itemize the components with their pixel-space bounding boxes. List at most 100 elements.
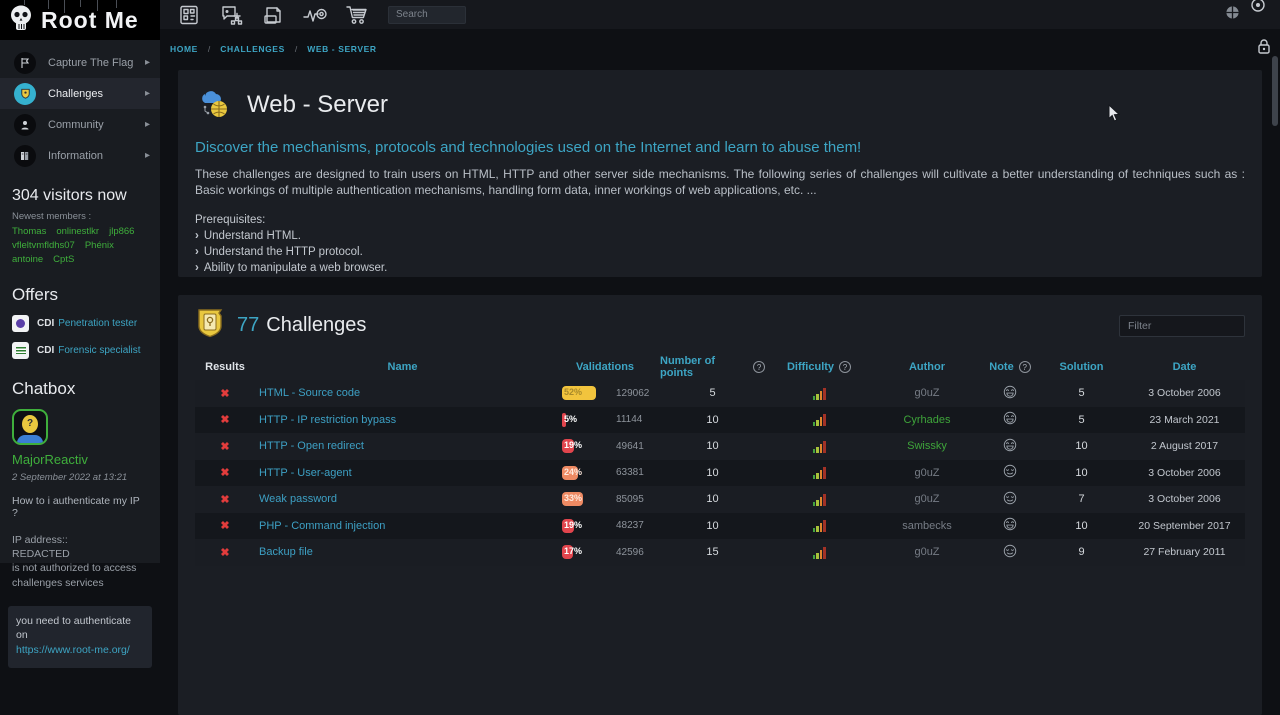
pulse-target-icon[interactable] [302, 3, 328, 27]
validations-cell: 24%63381 [550, 466, 660, 480]
author-link[interactable]: g0uZ [914, 546, 939, 558]
sidebar-item-label: Information [48, 150, 145, 162]
sidebar-item-capture-the-flag[interactable]: Capture The Flag ▸ [0, 47, 160, 78]
note-cell [981, 411, 1039, 428]
challenge-link[interactable]: Backup file [259, 546, 313, 558]
column-header-difficulty[interactable]: Difficulty? [765, 361, 873, 373]
note-cell [981, 491, 1039, 508]
member-link[interactable]: Thomas [12, 226, 46, 237]
breadcrumb-challenges[interactable]: CHALLENGES [220, 44, 285, 54]
column-header-date[interactable]: Date [1124, 361, 1245, 373]
challenge-link[interactable]: HTTP - User-agent [259, 467, 352, 479]
member-link[interactable]: vfleltvmfldhs07 [12, 240, 75, 251]
newest-members-list: Thomas onlinestlkr jlp866 vfleltvmfldhs0… [12, 226, 150, 265]
author-link[interactable]: Cyrhades [903, 414, 950, 426]
chevron-right-icon: ▸ [145, 150, 150, 161]
prerequisite-item: ›Understand HTML. [195, 230, 1245, 242]
solution-cell: 10 [1039, 467, 1124, 479]
cloud-globe-icon [195, 82, 235, 127]
validation-percent-badge: 19% [562, 439, 602, 453]
table-row: ✖HTTP - Open redirect19%4964110Swissky10… [195, 433, 1245, 460]
chat-reply-link[interactable]: https://www.root-me.org/ [16, 644, 130, 656]
qr-badge-icon[interactable] [176, 3, 202, 27]
validation-count: 129062 [616, 388, 649, 399]
member-link[interactable]: Phénix [85, 240, 114, 251]
challenge-link[interactable]: HTML - Source code [259, 387, 360, 399]
challenge-link[interactable]: HTTP - Open redirect [259, 440, 364, 452]
offer-link[interactable]: Forensic specialist [58, 345, 140, 356]
offer-link[interactable]: Penetration tester [58, 318, 137, 329]
author-link[interactable]: Swissky [907, 440, 947, 452]
solution-cell: 5 [1039, 414, 1124, 426]
member-link[interactable]: jlp866 [109, 226, 134, 237]
column-header-solution[interactable]: Solution [1039, 361, 1124, 373]
chat-network-icon[interactable] [218, 3, 244, 27]
column-header-points[interactable]: Number of points? [660, 355, 765, 379]
not-validated-icon: ✖ [220, 493, 229, 506]
search-input[interactable] [388, 6, 466, 24]
notebook-icon[interactable] [260, 3, 286, 27]
challenge-link[interactable]: Weak password [259, 493, 337, 505]
category-header-card: Web - Server Discover the mechanisms, pr… [178, 70, 1262, 277]
challenge-count-label: Challenges [266, 314, 366, 337]
member-link[interactable]: CptS [53, 254, 74, 265]
help-icon[interactable]: ? [753, 361, 765, 373]
author-cell: g0uZ [873, 387, 981, 399]
brand-name: Root Me [41, 7, 139, 34]
note-cell [981, 385, 1039, 402]
sidebar-item-information[interactable]: Information ▸ [0, 140, 160, 171]
author-cell: g0uZ [873, 467, 981, 479]
validations-cell: 52%129062 [550, 386, 660, 400]
difficulty-cell [765, 387, 873, 400]
avatar[interactable]: ? [12, 409, 48, 445]
shopping-cart-icon[interactable] [344, 3, 370, 27]
name-cell: Weak password [255, 493, 550, 505]
challenge-link[interactable]: HTTP - IP restriction bypass [259, 414, 396, 426]
difficulty-cell [765, 413, 873, 426]
breadcrumb-home[interactable]: HOME [170, 44, 198, 54]
column-header-validations[interactable]: Validations [550, 361, 660, 373]
offer-item[interactable]: CDI Forensic specialist [12, 342, 148, 359]
offer-item[interactable]: CDI Penetration tester [12, 315, 148, 332]
column-header-name[interactable]: Name [255, 361, 550, 373]
validation-percent-badge: 17% [562, 545, 602, 559]
author-link[interactable]: g0uZ [914, 493, 939, 505]
page-scrollbar[interactable] [1272, 56, 1278, 126]
breadcrumb-current[interactable]: WEB - SERVER [307, 44, 376, 54]
author-link[interactable]: g0uZ [914, 467, 939, 479]
lock-icon[interactable] [1256, 38, 1272, 60]
logo[interactable]: Root Me [0, 0, 160, 40]
help-icon[interactable]: ? [839, 361, 851, 373]
member-link[interactable]: antoine [12, 254, 43, 265]
sidebar-item-community[interactable]: Community ▸ [0, 109, 160, 140]
author-link[interactable]: g0uZ [914, 387, 939, 399]
skull-icon [8, 3, 34, 38]
result-cell: ✖ [195, 546, 255, 559]
result-cell: ✖ [195, 493, 255, 506]
column-header-results[interactable]: Results [195, 361, 255, 373]
filter-input[interactable] [1119, 315, 1245, 337]
circle-dot-icon[interactable] [1250, 0, 1266, 18]
column-header-author[interactable]: Author [873, 361, 981, 373]
member-link[interactable]: onlinestlkr [56, 226, 99, 237]
chevron-right-icon: ▸ [145, 88, 150, 99]
chevron-right-icon: ▸ [145, 119, 150, 130]
author-link[interactable]: sambecks [902, 520, 952, 532]
offer-type: CDI [37, 345, 54, 356]
globe-icon[interactable] [1225, 5, 1240, 25]
difficulty-icon [813, 519, 826, 532]
help-icon[interactable]: ? [1019, 361, 1031, 373]
column-header-note[interactable]: Note? [981, 361, 1039, 373]
sidebar-item-challenges[interactable]: Challenges ▸ [0, 78, 160, 109]
challenge-link[interactable]: PHP - Command injection [259, 520, 385, 532]
chat-username[interactable]: MajorReactiv [12, 452, 88, 467]
difficulty-cell [765, 519, 873, 532]
difficulty-icon [813, 387, 826, 400]
points-cell: 15 [660, 546, 765, 558]
validation-percent-badge: 33% [562, 492, 602, 506]
note-emoticon-grin [1003, 438, 1017, 455]
table-row: ✖HTTP - IP restriction bypass5%1114410Cy… [195, 407, 1245, 434]
validation-count: 48237 [616, 520, 644, 531]
chat-message: How to i authenticate my IP ? [12, 495, 148, 519]
points-cell: 10 [660, 467, 765, 479]
